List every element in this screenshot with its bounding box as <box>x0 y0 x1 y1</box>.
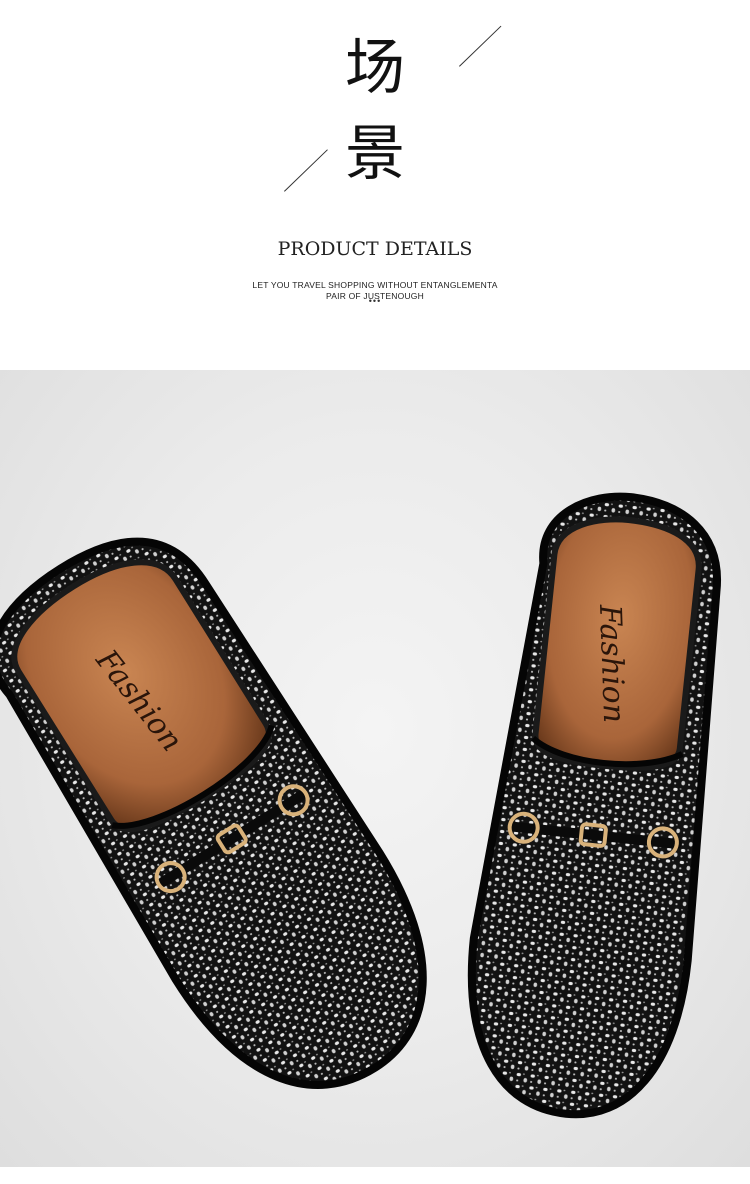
bottom-spacer <box>0 1167 750 1184</box>
ellipsis-dots: ••• <box>368 296 382 306</box>
product-detail-page: 场 景 PRODUCT DETAILS LET YOU TRAVEL SHOPP… <box>0 0 750 1184</box>
right-shoe <box>467 492 722 1119</box>
product-photo: Fashion Fashion <box>0 370 750 1167</box>
section-header: 场 景 PRODUCT DETAILS LET YOU TRAVEL SHOPP… <box>0 0 750 370</box>
heading-product-details: PRODUCT DETAILS <box>277 238 473 260</box>
insole-brand-right: Fashion <box>592 603 631 724</box>
left-shoe <box>0 537 427 1089</box>
subtitle-line-1: LET YOU TRAVEL SHOPPING WITHOUT ENTANGLE… <box>252 280 498 290</box>
heading-cn-first-char: 场 <box>345 33 405 103</box>
loafers-illustration: Fashion Fashion <box>0 492 722 1119</box>
heading-cn-second-char: 景 <box>345 119 405 189</box>
